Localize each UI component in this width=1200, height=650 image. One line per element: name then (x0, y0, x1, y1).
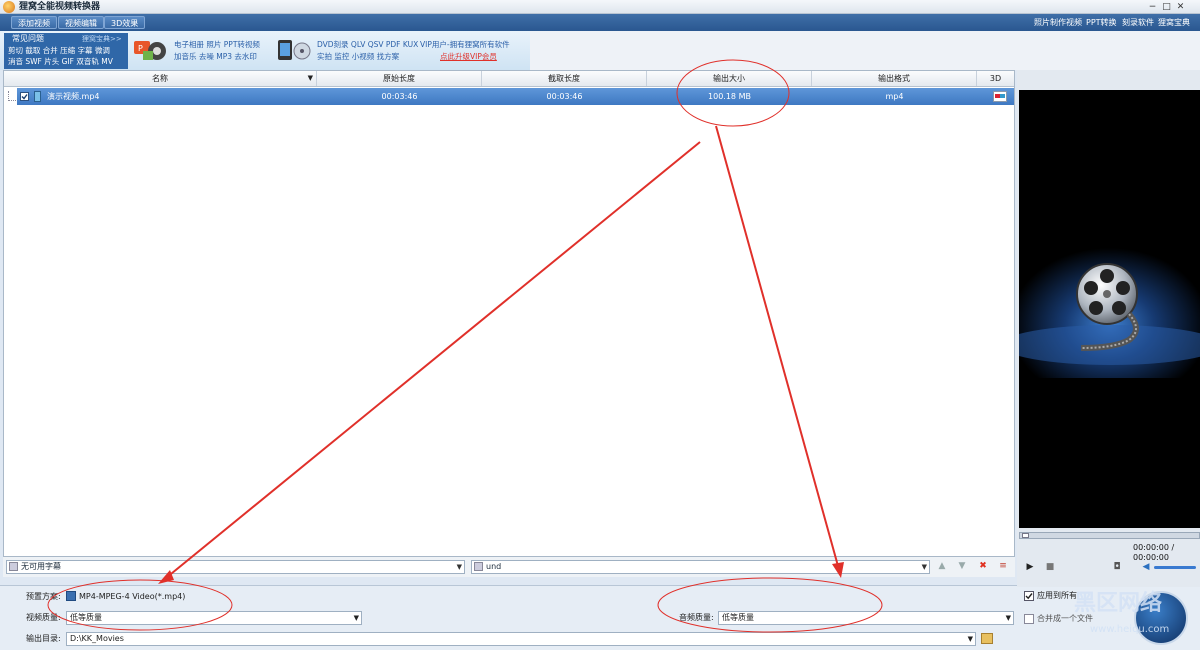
snapshot-camera-icon[interactable]: ◘ (1110, 561, 1124, 573)
subtitle-icon (9, 562, 18, 571)
photo-to-video-link[interactable]: 照片制作视频 (1034, 17, 1082, 28)
watermark-url: www.heiqu.com (1090, 624, 1170, 635)
ppt-convert-link[interactable]: PPT转换 (1086, 17, 1117, 28)
video-quality-select[interactable]: 低等质量 ▼ (66, 611, 362, 625)
audio-quality-select[interactable]: 低等质量 ▼ (718, 611, 1014, 625)
3d-effect-button[interactable]: 3D效果 (104, 16, 146, 29)
dvd-device-icon (276, 38, 312, 62)
column-3d[interactable]: 3D (977, 71, 1014, 86)
apply-all-checkbox[interactable] (1024, 591, 1034, 601)
table-row[interactable]: 演示视频.mp4 00:03:46 00:03:46 100.18 MB mp4 (17, 88, 1014, 105)
menu-bar: 添加视频 视频编辑 3D效果 照片制作视频 PPT转换 刻录软件 狸窝宝典 (0, 14, 1200, 31)
promo1-line-2[interactable]: 加音乐 去噪 MP3 去水印 (174, 51, 257, 62)
file-list-panel: 名称 ▼ 原始长度 截取长度 输出大小 输出格式 3D 演示视频.mp4 00:… (3, 70, 1015, 557)
3d-settings-icon[interactable] (993, 91, 1007, 102)
sort-dropdown-icon[interactable]: ▼ (308, 71, 313, 86)
audio-track-icon (474, 562, 483, 571)
row-file-name: 演示视频.mp4 (47, 92, 100, 101)
chevron-down-icon: ▼ (353, 614, 359, 622)
vip-text: VIP用户-拥有狸窝所有软件 (420, 40, 510, 49)
watermark-brand: 黑区网络 (1074, 591, 1163, 616)
clear-list-icon[interactable]: ≡ (997, 560, 1009, 572)
minimize-button[interactable]: − (1146, 1, 1159, 13)
audio-track-select[interactable]: und ▼ (471, 560, 930, 574)
window-title: 狸窝全能视频转换器 (19, 2, 101, 12)
tree-line (8, 91, 16, 101)
audio-quality-label: 音频质量: (679, 613, 714, 622)
output-dir-value: D:\KK_Movies (70, 634, 124, 643)
row-output-size: 100.18 MB (708, 92, 751, 101)
stop-icon[interactable]: ■ (1044, 561, 1056, 573)
output-dir-field[interactable]: D:\KK_Movies ▼ (66, 632, 976, 646)
chevron-down-icon: ▼ (456, 563, 462, 571)
video-file-icon (34, 91, 41, 102)
promo2-line-2[interactable]: 实拍 监控 小视频 找方案 (317, 51, 399, 62)
close-button[interactable]: ✕ (1174, 1, 1187, 13)
column-output-size[interactable]: 输出大小 (647, 71, 812, 86)
seek-bar[interactable] (1019, 532, 1200, 539)
faq-title[interactable]: 常见问题 (12, 34, 44, 44)
column-cut-length[interactable]: 截取长度 (482, 71, 647, 86)
chevron-down-icon: ▼ (1005, 614, 1011, 622)
preset-value[interactable]: MP4-MPEG-4 Video(*.mp4) (79, 591, 185, 603)
video-quality-value: 低等质量 (70, 613, 102, 622)
row-checkbox[interactable] (20, 92, 29, 101)
burn-software-link[interactable]: 刻录软件 (1122, 17, 1154, 28)
column-original-length[interactable]: 原始长度 (317, 71, 482, 86)
audio-track-select-value: und (486, 562, 502, 571)
audio-quality-value: 低等质量 (722, 613, 754, 622)
faq-panel[interactable]: 常见问题 狸窝宝典>> 剪切 截取 合并 压缩 字幕 微调 消音 SWF 片头 … (4, 33, 128, 69)
row-output-format: mp4 (885, 92, 904, 101)
playback-time: 00:00:00 / 00:00:00 (1133, 543, 1175, 562)
subtitle-select[interactable]: 无可用字幕 ▼ (6, 560, 465, 574)
play-icon[interactable]: ▶ (1024, 561, 1036, 573)
table-header: 名称 ▼ 原始长度 截取长度 输出大小 输出格式 3D (4, 71, 1014, 87)
apply-all-label: 应用到所有 (1037, 591, 1077, 600)
column-output-format[interactable]: 输出格式 (812, 71, 977, 86)
chevron-down-icon: ▼ (921, 563, 927, 571)
banner-filler (530, 31, 1200, 70)
video-edit-button[interactable]: 视频编辑 (58, 16, 104, 29)
film-reel-logo-icon (1001, 238, 1200, 378)
delete-icon[interactable]: ✖ (977, 560, 989, 572)
volume-icon[interactable]: ◀ (1140, 561, 1152, 573)
merge-checkbox[interactable] (1024, 614, 1034, 624)
output-dir-label: 输出目录: (26, 634, 61, 643)
app-logo-icon (3, 1, 15, 13)
preset-format-icon (66, 591, 76, 601)
svg-text:P: P (138, 44, 143, 53)
chevron-down-icon: ▼ (967, 635, 973, 643)
title-bar: 狸窝全能视频转换器 − □ ✕ (0, 0, 1200, 14)
promo2-line-1[interactable]: DVD刻录 QLV QSV PDF KUX (317, 39, 418, 50)
preset-label: 预置方案: (26, 592, 61, 601)
move-down-icon[interactable]: ▼ (956, 560, 968, 572)
column-name-label: 名称 (152, 74, 168, 83)
row-cut-length: 00:03:46 (546, 92, 583, 101)
faq-line-2[interactable]: 消音 SWF 片头 GIF 双音轨 MV (8, 57, 113, 67)
video-quality-label: 视频质量: (26, 613, 61, 622)
video-preview (1001, 90, 1200, 528)
promo1-line-1[interactable]: 电子相册 照片 PPT转视频 (174, 39, 260, 50)
volume-slider[interactable] (1154, 566, 1196, 569)
add-video-button[interactable]: 添加视频 (11, 16, 57, 29)
browse-folder-icon[interactable] (981, 633, 993, 644)
column-name[interactable]: 名称 ▼ (4, 71, 317, 86)
row-original-length: 00:03:46 (381, 92, 418, 101)
vip-upgrade-link[interactable]: 点此升级VIP会员 (440, 51, 497, 62)
output-settings-panel: 预置方案: MP4-MPEG-4 Video(*.mp4) 视频质量: 低等质量… (0, 585, 1200, 650)
move-up-icon[interactable]: ▲ (936, 560, 948, 572)
maximize-button[interactable]: □ (1160, 1, 1173, 13)
track-selector-bar: 无可用字幕 ▼ und ▼ ▲ ▼ ✖ ≡ (3, 557, 1015, 577)
subtitle-select-value: 无可用字幕 (21, 562, 61, 571)
ppt-photo-icon: P (133, 38, 169, 62)
faq-line-1[interactable]: 剪切 截取 合并 压缩 字幕 微调 (8, 46, 110, 56)
seek-handle[interactable] (1022, 533, 1029, 538)
liwo-guide-link[interactable]: 狸窝宝典 (1158, 17, 1190, 28)
faq-more-link[interactable]: 狸窝宝典>> (82, 35, 122, 44)
